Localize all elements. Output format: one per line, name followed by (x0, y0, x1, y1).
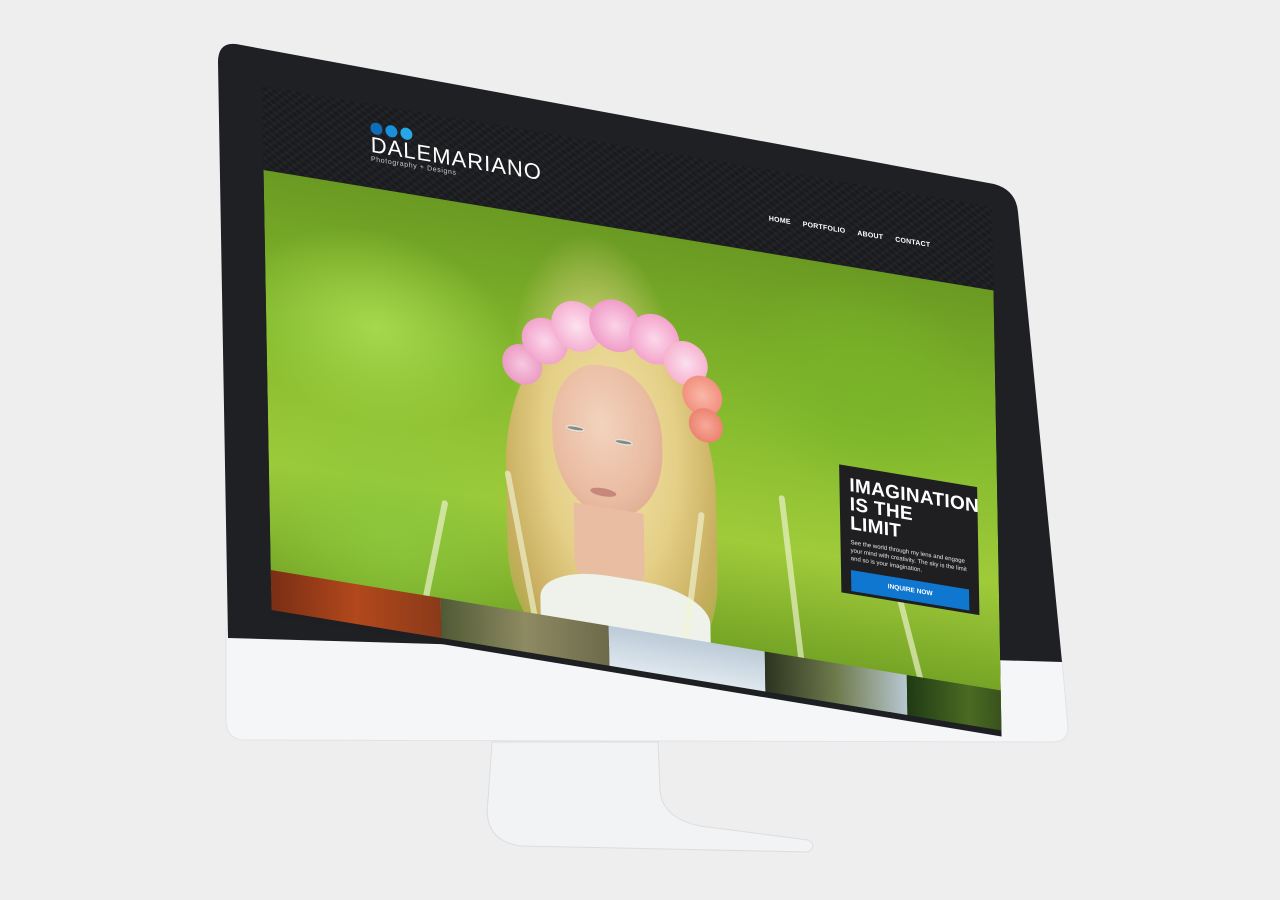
monitor-stand (486, 741, 814, 853)
desktop-background: DALEMARIANO Photography + Designs HOME P… (0, 0, 1280, 900)
nav-item-about[interactable]: ABOUT (857, 230, 883, 241)
flower (688, 405, 724, 446)
nav-item-portfolio[interactable]: PORTFOLIO (803, 221, 846, 235)
nav-item-contact[interactable]: CONTACT (895, 236, 930, 249)
hero-cta-box: IMAGINATION IS THE LIMIT See the world t… (839, 464, 980, 616)
grass-blade (778, 495, 807, 678)
site-logo[interactable]: DALEMARIANO Photography + Designs (370, 121, 542, 191)
main-nav: HOME PORTFOLIO ABOUT CONTACT (769, 215, 931, 249)
nav-item-home[interactable]: HOME (769, 215, 791, 226)
